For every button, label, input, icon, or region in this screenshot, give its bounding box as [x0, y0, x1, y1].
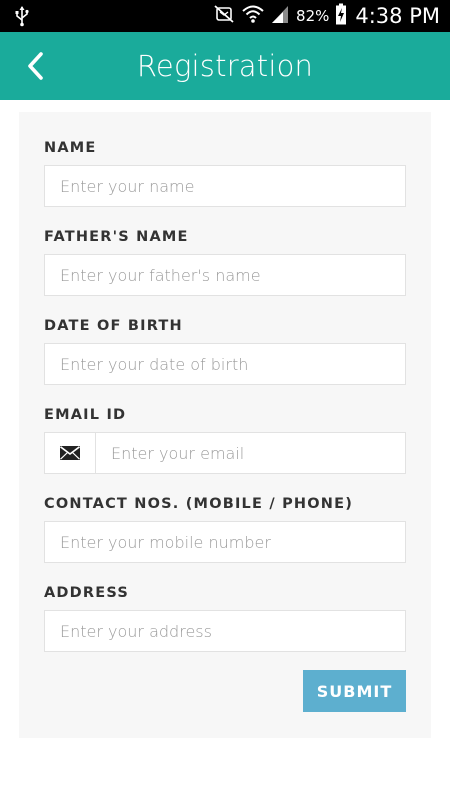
status-indicators: 82% 4:38 PM	[212, 0, 440, 32]
submit-button[interactable]: SUBMIT	[303, 670, 406, 712]
app-bar: Registration	[0, 32, 450, 100]
fathers-name-input[interactable]	[44, 254, 406, 296]
signal-icon	[270, 4, 290, 29]
date-of-birth-label: DATE OF BIRTH	[44, 318, 183, 334]
email-input[interactable]	[96, 433, 405, 473]
back-button[interactable]	[14, 44, 58, 88]
email-label: EMAIL ID	[44, 407, 127, 423]
date-of-birth-input[interactable]	[44, 343, 406, 385]
battery-percent: 82%	[296, 7, 330, 25]
contact-label: CONTACT NOS. (MOBILE / PHONE)	[44, 496, 354, 512]
envelope-icon	[45, 433, 96, 473]
email-field-group	[44, 432, 406, 474]
battery-charging-icon	[335, 3, 347, 30]
usb-icon	[12, 5, 32, 27]
chevron-left-icon	[28, 52, 43, 80]
registration-form: NAME FATHER'S NAME DATE OF BIRTH EMAIL I…	[19, 112, 431, 738]
wifi-icon	[242, 4, 264, 29]
page-title: Registration	[136, 49, 314, 83]
address-label: ADDRESS	[44, 585, 129, 601]
mute-icon	[212, 4, 236, 29]
clock: 4:38 PM	[355, 4, 440, 28]
address-input[interactable]	[44, 610, 406, 652]
fathers-name-label: FATHER'S NAME	[44, 229, 189, 245]
name-input[interactable]	[44, 165, 406, 207]
status-bar: 82% 4:38 PM	[0, 0, 450, 32]
contact-input[interactable]	[44, 521, 406, 563]
name-label: NAME	[44, 140, 97, 156]
